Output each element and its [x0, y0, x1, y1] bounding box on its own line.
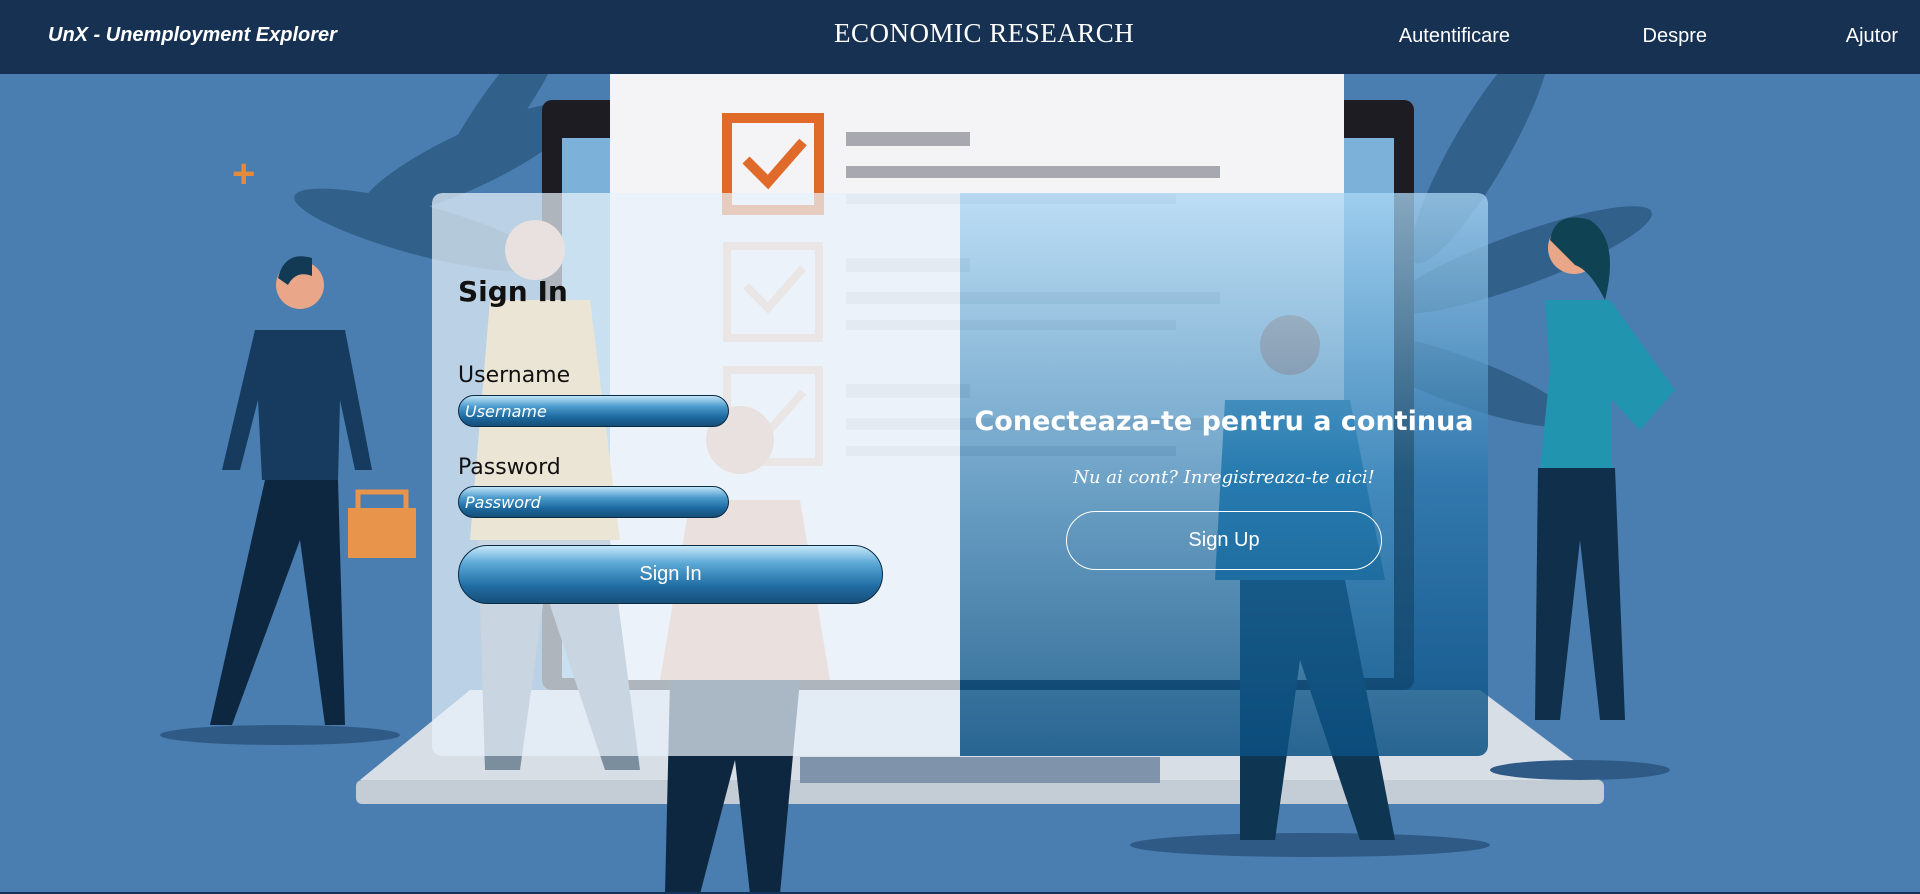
nav-link-autentificare[interactable]: Autentificare: [1399, 25, 1510, 48]
nav-link-ajutor[interactable]: Ajutor: [1846, 25, 1898, 48]
register-prompt: Nu ai cont? Inregistreaza-te aici!: [1073, 467, 1375, 488]
username-label: Username: [458, 363, 571, 388]
sign-in-panel: Sign In Username Password Sign In: [432, 193, 960, 756]
password-label: Password: [458, 455, 561, 480]
app-brand-title[interactable]: UnX - Unemployment Explorer: [48, 24, 337, 47]
sign-up-button[interactable]: Sign Up: [1066, 511, 1382, 570]
plus-decoration-icon: +: [232, 152, 256, 196]
connect-heading: Conecteaza-te pentru a continua: [974, 406, 1474, 437]
economic-research-banner: ECONOMIC RESEARCH: [834, 18, 1135, 48]
sign-in-title: Sign In: [458, 275, 568, 308]
login-card: Sign In Username Password Sign In Conect…: [432, 193, 1488, 756]
password-input[interactable]: [458, 486, 729, 518]
sign-up-panel: Conecteaza-te pentru a continua Nu ai co…: [960, 193, 1488, 756]
nav-link-despre[interactable]: Despre: [1643, 25, 1707, 48]
username-input[interactable]: [458, 395, 729, 427]
sign-in-button[interactable]: Sign In: [458, 545, 883, 604]
